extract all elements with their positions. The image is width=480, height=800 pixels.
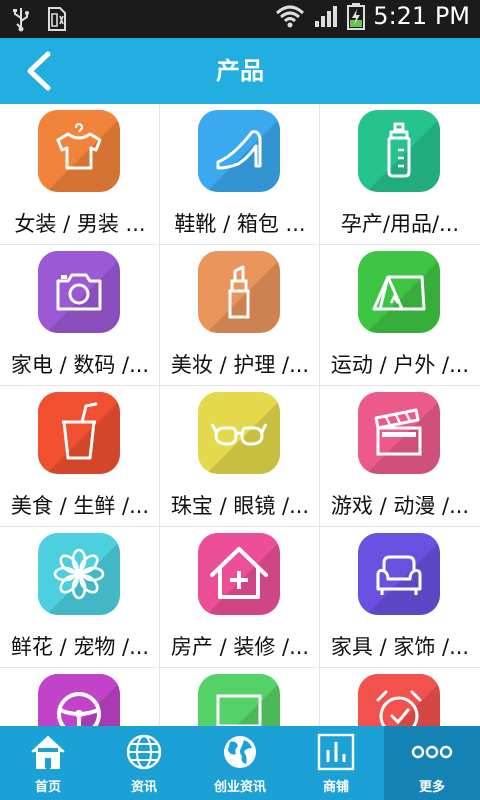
tab-label: 资讯 [130, 780, 157, 795]
category-label: 女装 / 男装 ... [14, 212, 146, 236]
category-item[interactable]: 美妆 / 护理 /... [160, 245, 320, 386]
tent-icon [372, 275, 426, 311]
tab-startup-news[interactable]: 创业资讯 [192, 726, 288, 800]
wifi-icon [276, 5, 305, 28]
category-icon-tile [358, 110, 440, 192]
category-label: 美食 / 生鲜 /... [10, 494, 150, 518]
monitor-icon [216, 694, 262, 726]
category-item[interactable]: 游戏 / 动漫 /... [320, 386, 480, 527]
category-item[interactable]: 鲜花 / 宠物 /... [0, 527, 160, 668]
tab-label: 创业资讯 [213, 780, 266, 795]
category-label: 美妆 / 护理 /... [170, 353, 310, 377]
category-icon-tile [38, 392, 120, 474]
tshirt-icon [56, 122, 102, 170]
signal-icon [315, 6, 338, 27]
drink-cup-icon [62, 402, 98, 460]
category-label: 鲜花 / 宠物 /... [10, 635, 150, 659]
category-item[interactable]: 房产 / 装修 /... [160, 527, 320, 668]
category-label: 鞋靴 / 箱包 ... [174, 212, 306, 236]
category-item[interactable] [0, 668, 160, 726]
baby-bottle-icon [387, 122, 411, 178]
category-icon-tile [198, 392, 280, 474]
category-icon-tile [358, 674, 440, 726]
category-icon-tile [38, 110, 120, 192]
category-icon-tile [358, 392, 440, 474]
steering-wheel-icon [57, 692, 101, 726]
tab-label: 商铺 [322, 780, 349, 795]
category-item[interactable]: 家电 / 数码 /... [0, 245, 160, 386]
earth-icon [224, 736, 256, 768]
category-icon-tile [38, 674, 120, 726]
home-icon [31, 736, 65, 769]
battery-charging-icon [347, 3, 366, 30]
category-item[interactable]: 家具 / 家饰 /... [320, 527, 480, 668]
alarm-clock-icon [376, 690, 422, 726]
category-grid: 女装 / 男装 ... 鞋靴 / 箱包 ... 孕产/用品/... 家电 / 数… [0, 104, 480, 726]
camera-icon [56, 273, 102, 311]
category-label: 家电 / 数码 /... [10, 353, 150, 377]
sofa-icon [376, 555, 422, 595]
usb-icon [13, 8, 29, 32]
category-item[interactable]: 运动 / 户外 /... [320, 245, 480, 386]
category-item[interactable]: 孕产/用品/... [320, 104, 480, 245]
category-icon-tile [198, 674, 280, 726]
lipstick-icon [228, 265, 250, 319]
category-label: 游戏 / 动漫 /... [330, 494, 470, 518]
more-icon [411, 745, 453, 759]
status-bar: 5:21 PM [0, 0, 480, 38]
category-item[interactable] [160, 668, 320, 726]
category-label: 孕产/用品/... [340, 212, 460, 236]
category-icon-tile [198, 110, 280, 192]
tab-news[interactable]: 资讯 [96, 726, 192, 800]
bottom-tab-bar: 首页 资讯 创业资讯 商铺 更多 [0, 726, 480, 800]
category-item[interactable] [320, 668, 480, 726]
tab-more[interactable]: 更多 [384, 726, 480, 800]
category-label: 家具 / 家饰 /... [330, 635, 470, 659]
clapperboard-icon [374, 408, 422, 456]
category-icon-tile [358, 533, 440, 615]
category-label: 房产 / 装修 /... [170, 635, 310, 659]
tab-home[interactable]: 首页 [0, 726, 96, 800]
house-icon [210, 547, 268, 599]
status-time: 5:21 PM [373, 2, 470, 30]
status-notifications [10, 6, 68, 32]
globe-icon [126, 734, 162, 770]
category-item[interactable]: 鞋靴 / 箱包 ... [160, 104, 320, 245]
page-title: 产品 [216, 57, 264, 85]
category-icon-tile [358, 251, 440, 333]
category-icon-tile [198, 251, 280, 333]
category-label: 珠宝 / 眼镜 /... [170, 494, 310, 518]
category-icon-tile [38, 251, 120, 333]
category-item[interactable]: 美食 / 生鲜 /... [0, 386, 160, 527]
category-icon-tile [38, 533, 120, 615]
category-item[interactable]: 女装 / 男装 ... [0, 104, 160, 245]
chart-icon [317, 733, 355, 771]
category-label: 运动 / 户外 /... [330, 353, 470, 377]
category-icon-tile [198, 533, 280, 615]
glasses-icon [210, 423, 268, 446]
tab-label: 首页 [34, 780, 61, 795]
status-system: 5:21 PM [275, 2, 470, 30]
app-header: 产品 [0, 38, 480, 104]
document-icon [48, 7, 66, 31]
back-arrow-icon[interactable] [22, 50, 58, 92]
tab-label: 更多 [418, 780, 445, 795]
high-heel-icon [216, 130, 262, 170]
category-item[interactable]: 珠宝 / 眼镜 /... [160, 386, 320, 527]
flower-icon [53, 548, 105, 600]
tab-shops[interactable]: 商铺 [288, 726, 384, 800]
